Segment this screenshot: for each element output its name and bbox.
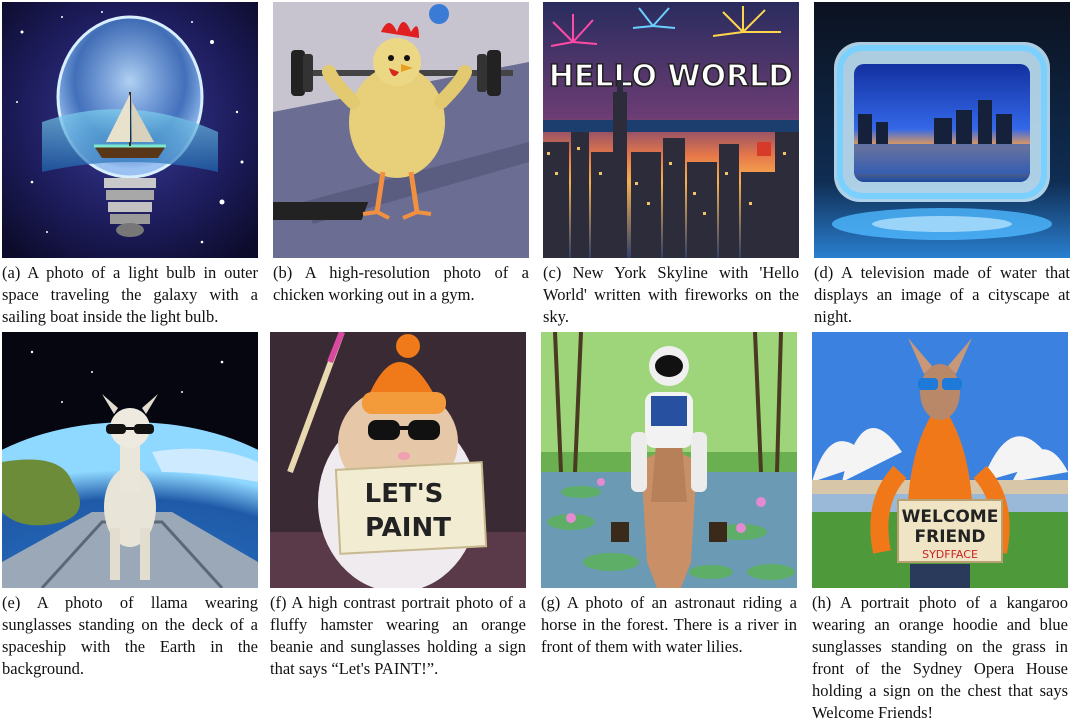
- image-text-paint: PAINT: [365, 513, 451, 543]
- image-text-sydfface: SYDFFACE: [922, 548, 978, 561]
- image-chicken-gym: [273, 2, 529, 258]
- caption-f: (f) A high contrast portrait photo of a …: [270, 593, 527, 678]
- image-text-hello-world: HELLO WORLD: [549, 59, 793, 94]
- caption-b: (b) A high-resolution photo of a chicken…: [273, 263, 529, 304]
- image-llama-spaceship: [2, 332, 258, 588]
- caption-d: (d) A television made of water that disp…: [814, 263, 1070, 326]
- image-lightbulb-galaxy: [2, 2, 258, 258]
- caption-a: (a) A photo of a light bulb in outer spa…: [2, 263, 259, 326]
- caption-h: (h) A portrait photo of a kangaroo weari…: [812, 593, 1068, 722]
- image-water-television: [814, 2, 1070, 258]
- caption-e: (e) A photo of llama wearing sunglasses …: [2, 593, 258, 678]
- image-astronaut-horse: [541, 332, 797, 588]
- image-text-friend: FRIEND: [915, 527, 986, 547]
- image-nyc-fireworks: HELLO WORLD: [543, 2, 799, 258]
- caption-c: (c) New York Skyline with 'Hello World' …: [543, 263, 800, 326]
- image-kangaroo-opera: WELCOME FRIEND SYDFFACE: [812, 332, 1068, 588]
- image-text-lets: LET'S: [365, 479, 444, 509]
- caption-g: (g) A photo of an astronaut riding a hor…: [541, 593, 797, 656]
- image-text-welcome: WELCOME: [902, 507, 999, 527]
- image-hamster-sign: LET'S PAINT: [270, 332, 526, 588]
